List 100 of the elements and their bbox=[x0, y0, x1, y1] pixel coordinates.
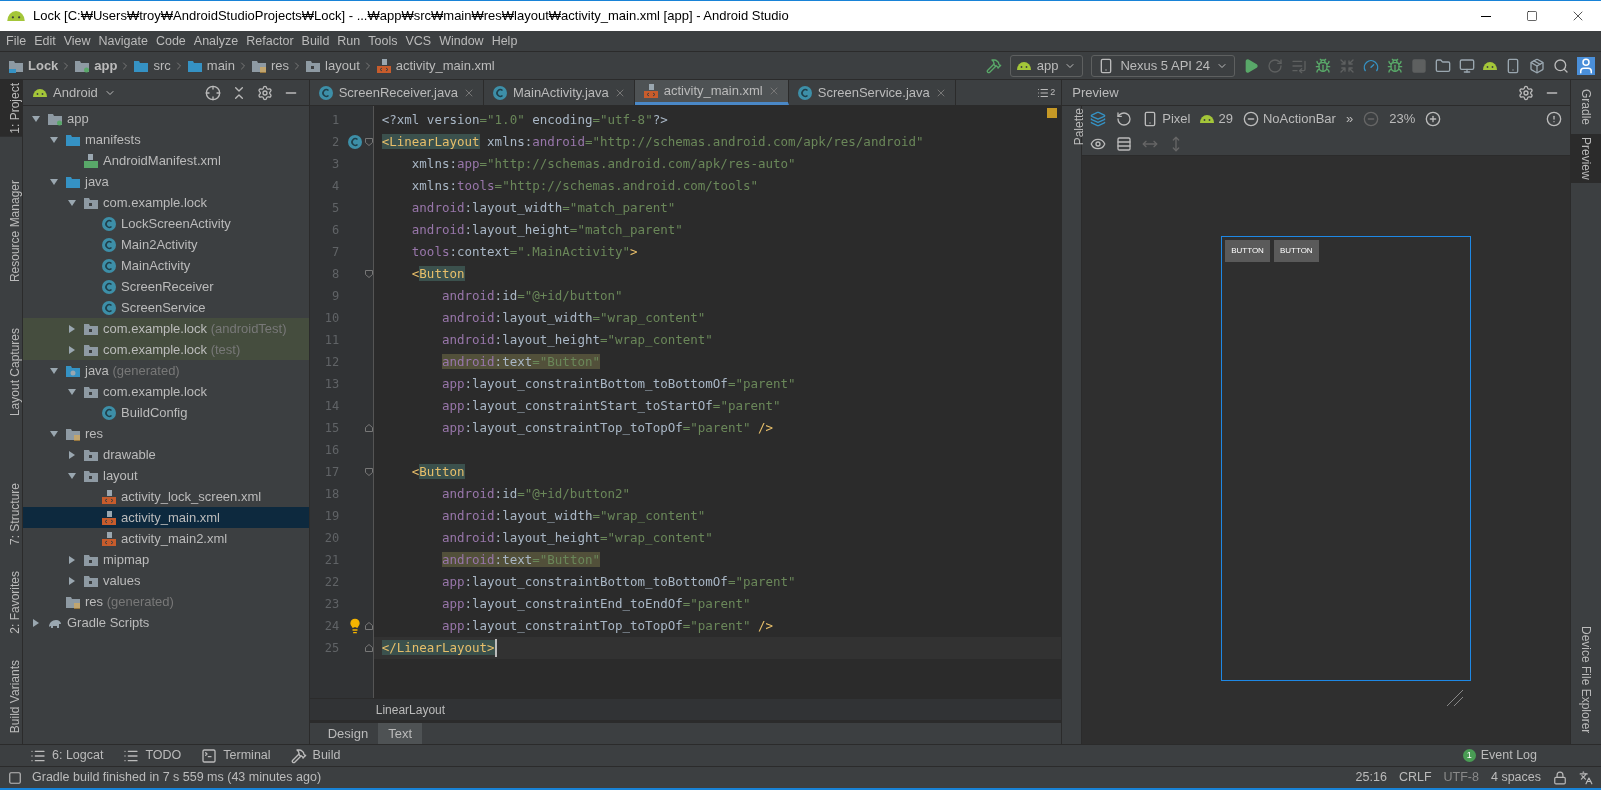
layers-icon[interactable] bbox=[1090, 111, 1107, 127]
debug-icon[interactable] bbox=[1315, 57, 1331, 74]
tree-item[interactable]: AndroidManifest.xml bbox=[23, 150, 309, 171]
menu-item[interactable]: Run bbox=[333, 31, 365, 51]
menu-item[interactable]: Code bbox=[151, 31, 190, 51]
tree-item[interactable]: app bbox=[23, 108, 309, 129]
expand-arrow-icon[interactable] bbox=[67, 449, 77, 460]
hammer-icon[interactable] bbox=[985, 57, 1002, 74]
collapse-arrow-icon[interactable] bbox=[67, 386, 77, 397]
expand-arrow-icon[interactable] bbox=[67, 323, 77, 334]
menu-item[interactable]: Navigate bbox=[94, 31, 152, 51]
zoom-in-icon[interactable] bbox=[1425, 111, 1442, 127]
palette-tab[interactable]: Palette bbox=[1062, 106, 1097, 148]
user-avatar-icon[interactable] bbox=[1577, 56, 1595, 75]
project-view-dropdown[interactable]: Android bbox=[53, 82, 116, 103]
tree-item[interactable]: res (generated) bbox=[23, 591, 309, 612]
tree-item[interactable]: mipmap bbox=[23, 549, 309, 570]
tree-item[interactable]: manifests bbox=[23, 129, 309, 150]
tree-item[interactable]: Gradle Scripts bbox=[23, 612, 309, 633]
tree-item[interactable]: com.example.lock (test) bbox=[23, 339, 309, 360]
expand-arrow-icon[interactable] bbox=[67, 554, 77, 565]
tree-item[interactable]: ScreenReceiver bbox=[23, 276, 309, 297]
menu-item[interactable]: Help bbox=[487, 31, 522, 51]
tool-window-tab[interactable]: 2: Favorites bbox=[0, 568, 22, 637]
breadcrumb[interactable]: layout bbox=[305, 55, 360, 76]
tree-item[interactable]: activity_main.xml bbox=[23, 507, 309, 528]
indent-setting[interactable]: 4 spaces bbox=[1490, 768, 1541, 787]
expand-arrow-icon[interactable] bbox=[67, 344, 77, 355]
menu-item[interactable]: View bbox=[59, 31, 95, 51]
theme-picker[interactable]: NoActionBar bbox=[1262, 109, 1336, 129]
tool-window-tab[interactable]: Build Variants bbox=[0, 656, 22, 736]
tree-item[interactable]: layout bbox=[23, 465, 309, 486]
api-picker[interactable]: 29 bbox=[1218, 109, 1233, 129]
settings-icon[interactable] bbox=[256, 84, 273, 101]
menu-item[interactable]: Window bbox=[435, 31, 488, 51]
layout-icon[interactable] bbox=[1116, 135, 1133, 152]
collapse-arrow-icon[interactable] bbox=[49, 365, 59, 376]
tool-window-tab[interactable]: Layout Captures bbox=[0, 324, 22, 419]
run-icon[interactable] bbox=[1243, 57, 1259, 74]
tool-window-tab[interactable]: 1: Project bbox=[0, 80, 22, 137]
more-button[interactable]: » bbox=[1345, 109, 1354, 129]
collapse-arrow-icon[interactable] bbox=[67, 197, 77, 208]
tool-window-button[interactable]: Terminal bbox=[201, 746, 271, 765]
collapse-arrow-icon[interactable] bbox=[67, 470, 77, 481]
tree-item[interactable]: Main2Activity bbox=[23, 234, 309, 255]
tree-item[interactable]: LockScreenActivity bbox=[23, 213, 309, 234]
collapse-arrow-icon[interactable] bbox=[49, 428, 59, 439]
device-picker[interactable]: Pixel bbox=[1162, 109, 1191, 129]
breadcrumb[interactable]: activity_main.xml bbox=[375, 55, 495, 76]
tool-window-tab[interactable]: Device File Explorer bbox=[1571, 622, 1601, 736]
warning-icon[interactable] bbox=[1546, 111, 1562, 127]
tree-item[interactable]: BuildConfig bbox=[23, 402, 309, 423]
collapse-arrow-icon[interactable] bbox=[49, 134, 59, 145]
tool-window-button[interactable]: TODO bbox=[123, 746, 182, 765]
menu-item[interactable]: Refactor bbox=[242, 31, 298, 51]
menu-item[interactable]: Build bbox=[297, 31, 334, 51]
tree-item[interactable]: activity_main2.xml bbox=[23, 528, 309, 549]
locate-icon[interactable] bbox=[204, 84, 221, 101]
breadcrumb[interactable]: res bbox=[251, 55, 290, 76]
tree-item[interactable]: MainActivity bbox=[23, 255, 309, 276]
menu-item[interactable]: File bbox=[2, 31, 31, 51]
menu-item[interactable]: Analyze bbox=[189, 31, 243, 51]
fold-icon[interactable] bbox=[364, 424, 373, 432]
breadcrumb[interactable]: app bbox=[74, 55, 118, 76]
tab-list-icon[interactable] bbox=[1037, 86, 1050, 99]
profiler-icon[interactable] bbox=[1363, 57, 1379, 74]
package-icon[interactable] bbox=[1529, 57, 1545, 74]
tool-windows-icon[interactable] bbox=[8, 770, 22, 785]
rotate-icon[interactable] bbox=[1116, 111, 1133, 127]
tool-window-tab[interactable]: 7: Structure bbox=[0, 480, 22, 549]
editor-tab[interactable]: ScreenReceiver.java bbox=[309, 80, 484, 105]
tree-item[interactable]: res bbox=[23, 423, 309, 444]
tree-item[interactable]: values bbox=[23, 570, 309, 591]
tree-item[interactable]: com.example.lock (androidTest) bbox=[23, 318, 309, 339]
editor-tab[interactable]: activity_main.xml bbox=[634, 80, 789, 105]
fold-icon[interactable] bbox=[364, 138, 373, 146]
menu-item[interactable]: Tools bbox=[364, 31, 402, 51]
expand-arrow-icon[interactable] bbox=[67, 575, 77, 586]
tree-item[interactable]: com.example.lock bbox=[23, 381, 309, 402]
tree-item[interactable]: ScreenService bbox=[23, 297, 309, 318]
collapse-arrow-icon[interactable] bbox=[31, 113, 41, 124]
breadcrumb[interactable]: main bbox=[186, 55, 235, 76]
editor-tab[interactable]: ScreenService.java bbox=[788, 80, 956, 105]
tool-window-tab[interactable]: Resource Manager bbox=[0, 176, 22, 285]
editor-tab[interactable]: MainActivity.java bbox=[483, 80, 635, 105]
resize-handle-icon[interactable] bbox=[1445, 688, 1465, 708]
tree-item[interactable]: java bbox=[23, 171, 309, 192]
fold-icon[interactable] bbox=[364, 270, 373, 278]
line-separator[interactable]: CRLF bbox=[1398, 768, 1432, 787]
expand-arrow-icon[interactable] bbox=[31, 617, 41, 628]
menu-item[interactable]: Edit bbox=[30, 31, 60, 51]
caret-position[interactable]: 25:16 bbox=[1355, 768, 1387, 787]
fold-icon[interactable] bbox=[364, 468, 373, 476]
search-icon[interactable] bbox=[1553, 57, 1569, 74]
tool-window-tab[interactable]: Gradle bbox=[1571, 86, 1601, 129]
avd-manager-icon[interactable] bbox=[1505, 57, 1521, 74]
tool-window-button[interactable]: Build bbox=[290, 746, 341, 765]
breadcrumb[interactable]: Lock bbox=[8, 55, 59, 76]
breadcrumb[interactable]: src bbox=[133, 55, 171, 76]
collapse-arrow-icon[interactable] bbox=[49, 176, 59, 187]
